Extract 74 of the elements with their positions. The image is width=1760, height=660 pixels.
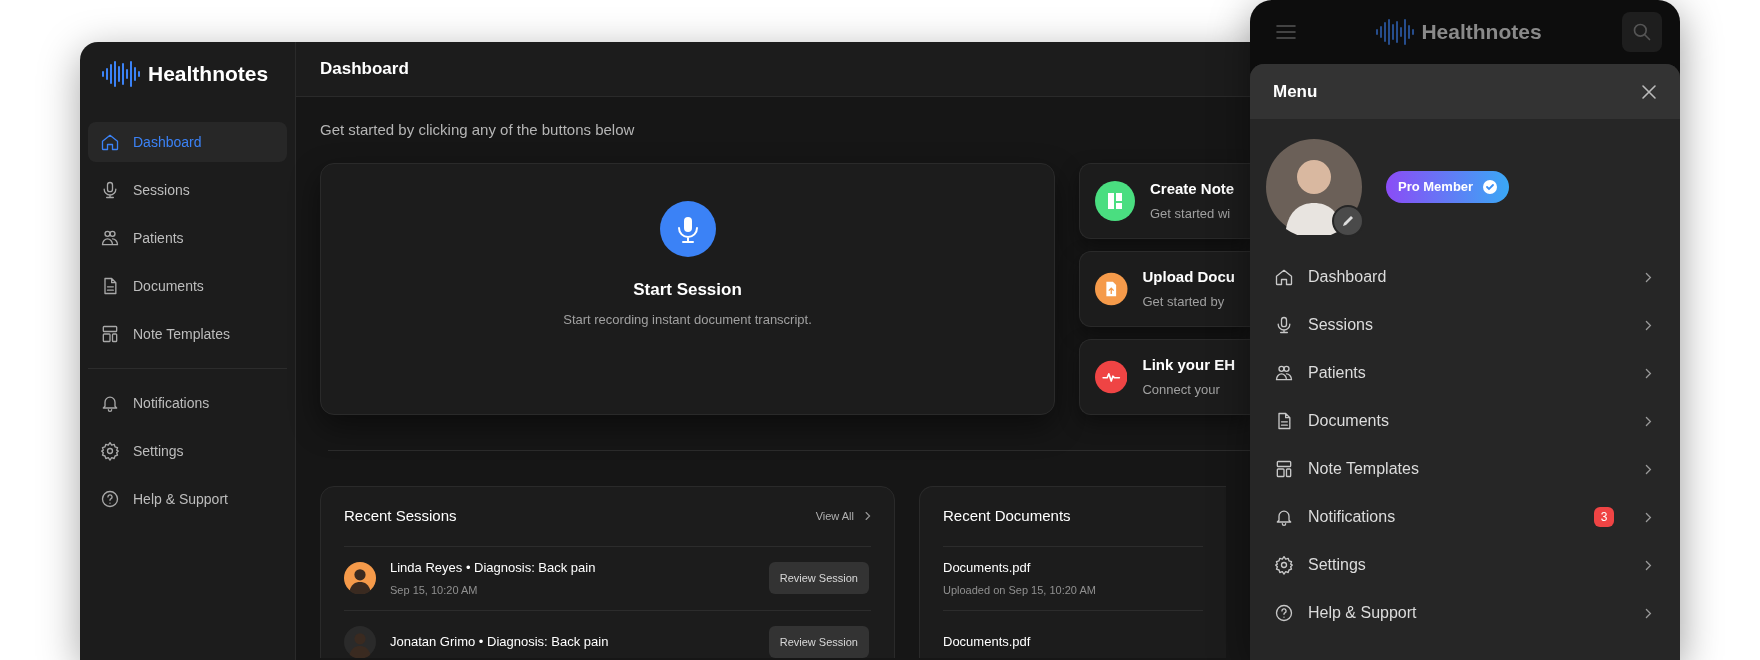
brand-name: Healthnotes (148, 61, 269, 88)
nav-item[interactable]: Notifications (88, 383, 287, 423)
document-name: Documents.pdf (943, 633, 1032, 652)
action-subtitle: Connect your (1142, 380, 1221, 399)
users-icon (1274, 363, 1294, 383)
session-name: Jonatan Grimo • Diagnosis: Back pain (390, 633, 610, 652)
microphone-icon (659, 200, 716, 257)
nav-item[interactable]: Patients (88, 218, 287, 258)
nav-item[interactable]: Note Templates (88, 314, 287, 354)
action-title: Create Note (1150, 179, 1235, 199)
action-card[interactable]: Upload Docu Get started by (1079, 250, 1250, 327)
chevron-right-icon (1644, 510, 1652, 524)
card-title: Recent Sessions (344, 505, 457, 526)
waveform-logo-icon (102, 60, 142, 88)
layout-icon (1274, 459, 1294, 479)
action-title: Link your EH (1142, 355, 1235, 375)
menu-item[interactable]: Patients (1274, 349, 1656, 397)
pencil-icon (1341, 214, 1355, 228)
card-description: Start recording instant document transcript. (563, 311, 812, 329)
menu-item[interactable]: Notifications 3 (1274, 493, 1656, 541)
avatar (344, 562, 376, 594)
chevron-right-icon (1644, 462, 1652, 476)
nav-item[interactable]: Help & Support (88, 479, 287, 519)
nav-item[interactable]: Sessions (88, 170, 287, 210)
action-title: Upload Docu (1142, 267, 1235, 287)
action-subtitle: Get started by (1142, 292, 1226, 311)
document-date: Uploaded on Sep 15, 10:20 AM (943, 582, 1097, 598)
chevron-right-icon (1644, 414, 1652, 428)
session-name: Linda Reyes • Diagnosis: Back pain (390, 559, 597, 577)
view-all-link[interactable]: View All (815, 507, 871, 525)
page-title: Dashboard (320, 58, 409, 81)
action-card[interactable]: Create Note Get started wi (1079, 162, 1250, 239)
review-session-button[interactable]: Review Session (768, 562, 869, 594)
home-icon (1274, 267, 1294, 287)
chevron-right-icon (1644, 366, 1652, 380)
menu-item[interactable]: Note Templates (1274, 445, 1656, 493)
users-icon (100, 228, 120, 248)
chevron-right-icon (864, 510, 871, 522)
nav-item[interactable]: Settings (88, 431, 287, 471)
card-title: Recent Documents (943, 505, 1071, 526)
close-icon[interactable] (1641, 83, 1657, 100)
menu-title: Menu (1273, 80, 1318, 103)
brand-name: Healthnotes (1421, 19, 1542, 46)
pro-member-badge: Pro Member (1386, 171, 1510, 203)
action-subtitle: Get started wi (1150, 204, 1232, 223)
home-icon (100, 132, 120, 152)
menu-item[interactable]: Dashboard (1274, 253, 1656, 301)
chevron-right-icon (1644, 318, 1652, 332)
nav-item[interactable]: Dashboard (88, 122, 287, 162)
menu-item[interactable]: Settings (1274, 541, 1656, 589)
document-name: Documents.pdf (943, 559, 1032, 577)
help-icon (100, 489, 120, 509)
menu-item[interactable]: Sessions (1274, 301, 1656, 349)
settings-icon (1274, 555, 1294, 575)
verified-check-icon (1483, 180, 1498, 194)
chevron-right-icon (1644, 270, 1652, 284)
session-time: Sep 15, 10:20 AM (390, 582, 479, 598)
start-session-card[interactable]: Start Session Start recording instant document transcript. (320, 162, 1055, 415)
waveform-logo-icon (1376, 18, 1417, 46)
help-icon (1274, 603, 1294, 623)
intro-text: Get started by clicking any of the buttons below (320, 120, 636, 140)
settings-icon (100, 441, 120, 461)
chevron-right-icon (1644, 558, 1652, 572)
menu-item[interactable]: Documents (1274, 397, 1656, 445)
edit-avatar-button[interactable] (1332, 205, 1364, 237)
chevron-right-icon (1644, 606, 1652, 620)
notification-count-badge: 3 (1594, 507, 1614, 527)
review-session-button[interactable]: Review Session (768, 626, 869, 658)
action-card[interactable]: Link your EH Connect your (1079, 338, 1250, 415)
search-icon (1632, 22, 1652, 42)
layout-icon (100, 324, 120, 344)
nav-item[interactable]: Documents (88, 266, 287, 306)
card-title: Start Session (633, 278, 742, 301)
menu-item[interactable]: Help & Support (1274, 589, 1656, 637)
